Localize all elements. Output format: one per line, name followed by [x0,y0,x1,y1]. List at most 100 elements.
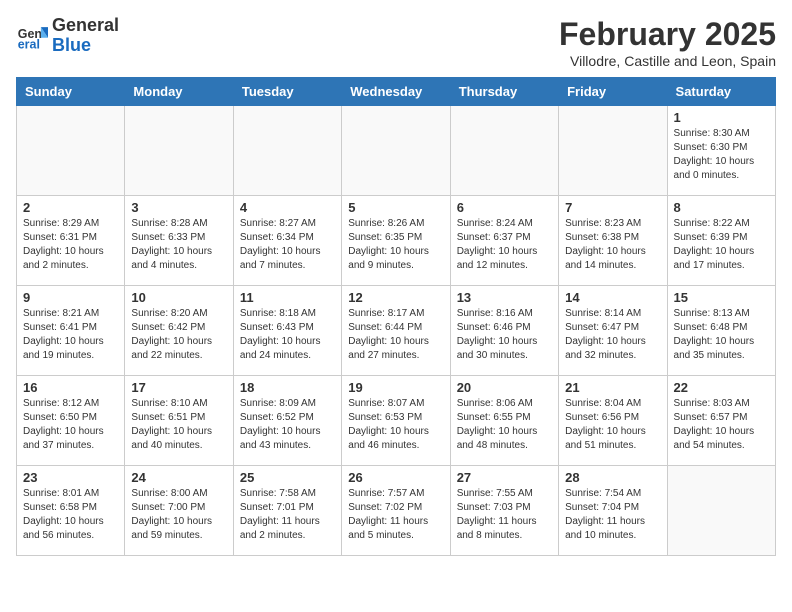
calendar-header-thursday: Thursday [450,78,558,106]
calendar-cell: 22 Sunrise: 8:03 AM Sunset: 6:57 PM Dayli… [667,376,775,466]
week-row-5: 23 Sunrise: 8:01 AM Sunset: 6:58 PM Dayli… [17,466,776,556]
day-info: Sunrise: 8:06 AM Sunset: 6:55 PM Dayligh… [457,397,552,453]
month-title: February 2025 [559,16,776,53]
day-info: Sunrise: 8:27 AM Sunset: 6:34 PM Dayligh… [240,217,335,273]
calendar-cell: 28Sunrise: 7:54 AM Sunset: 7:04 PM Dayli… [559,466,667,556]
week-row-2: 2 Sunrise: 8:29 AM Sunset: 6:31 PM Daylig… [17,196,776,286]
day-number: 17 [131,380,226,395]
day-info: Sunrise: 8:28 AM Sunset: 6:33 PM Dayligh… [131,217,226,273]
day-number: 28 [565,470,660,485]
day-number: 22 [674,380,769,395]
logo-text: General Blue [52,16,119,56]
calendar-cell: 3 Sunrise: 8:28 AM Sunset: 6:33 PM Daylig… [125,196,233,286]
day-info: Sunrise: 8:17 AM Sunset: 6:44 PM Dayligh… [348,307,443,363]
logo-icon: Gen eral [16,20,48,52]
calendar-cell: 12 Sunrise: 8:17 AM Sunset: 6:44 PM Dayli… [342,286,450,376]
calendar-cell: 24Sunrise: 8:00 AM Sunset: 7:00 PM Dayli… [125,466,233,556]
day-number: 5 [348,200,443,215]
day-info: Sunrise: 8:24 AM Sunset: 6:37 PM Dayligh… [457,217,552,273]
day-info: Sunrise: 8:22 AM Sunset: 6:39 PM Dayligh… [674,217,769,273]
day-number: 15 [674,290,769,305]
calendar-cell: 26 Sunrise: 7:57 AM Sunset: 7:02 PM Dayli… [342,466,450,556]
calendar-cell: 19 Sunrise: 8:07 AM Sunset: 6:53 PM Dayli… [342,376,450,466]
day-info: Sunrise: 7:55 AM Sunset: 7:03 PM Dayligh… [457,487,552,543]
day-number: 19 [348,380,443,395]
week-row-4: 16 Sunrise: 8:12 AM Sunset: 6:50 PM Dayli… [17,376,776,466]
calendar-cell: 23 Sunrise: 8:01 AM Sunset: 6:58 PM Dayli… [17,466,125,556]
calendar-cell: 7 Sunrise: 8:23 AM Sunset: 6:38 PM Daylig… [559,196,667,286]
day-number: 2 [23,200,118,215]
day-number: 25 [240,470,335,485]
day-number: 20 [457,380,552,395]
day-info: Sunrise: 8:12 AM Sunset: 6:50 PM Dayligh… [23,397,118,453]
calendar-cell: 18Sunrise: 8:09 AM Sunset: 6:52 PM Dayli… [233,376,341,466]
calendar-cell [667,466,775,556]
day-info: Sunrise: 8:16 AM Sunset: 6:46 PM Dayligh… [457,307,552,363]
week-row-1: 1Sunrise: 8:30 AM Sunset: 6:30 PM Daylig… [17,106,776,196]
day-info: Sunrise: 8:09 AM Sunset: 6:52 PM Dayligh… [240,397,335,453]
day-number: 3 [131,200,226,215]
day-info: Sunrise: 8:10 AM Sunset: 6:51 PM Dayligh… [131,397,226,453]
day-number: 12 [348,290,443,305]
calendar-cell: 10 Sunrise: 8:20 AM Sunset: 6:42 PM Dayli… [125,286,233,376]
day-number: 13 [457,290,552,305]
day-number: 10 [131,290,226,305]
calendar-header-sunday: Sunday [17,78,125,106]
logo: Gen eral General Blue [16,16,119,56]
svg-text:eral: eral [18,37,40,51]
day-number: 11 [240,290,335,305]
calendar-cell [559,106,667,196]
calendar-header-friday: Friday [559,78,667,106]
day-number: 24 [131,470,226,485]
calendar-cell: 14 Sunrise: 8:14 AM Sunset: 6:47 PM Dayli… [559,286,667,376]
day-number: 8 [674,200,769,215]
day-info: Sunrise: 8:01 AM Sunset: 6:58 PM Dayligh… [23,487,118,543]
day-info: Sunrise: 8:18 AM Sunset: 6:43 PM Dayligh… [240,307,335,363]
calendar-cell: 20 Sunrise: 8:06 AM Sunset: 6:55 PM Dayli… [450,376,558,466]
calendar-header-saturday: Saturday [667,78,775,106]
calendar-cell: 9 Sunrise: 8:21 AM Sunset: 6:41 PM Daylig… [17,286,125,376]
location-subtitle: Villodre, Castille and Leon, Spain [559,53,776,69]
calendar-cell: 4 Sunrise: 8:27 AM Sunset: 6:34 PM Daylig… [233,196,341,286]
calendar-cell: 13 Sunrise: 8:16 AM Sunset: 6:46 PM Dayli… [450,286,558,376]
calendar-cell: 17 Sunrise: 8:10 AM Sunset: 6:51 PM Dayli… [125,376,233,466]
day-info: Sunrise: 8:21 AM Sunset: 6:41 PM Dayligh… [23,307,118,363]
day-number: 26 [348,470,443,485]
day-info: Sunrise: 8:29 AM Sunset: 6:31 PM Dayligh… [23,217,118,273]
calendar-header-tuesday: Tuesday [233,78,341,106]
day-info: Sunrise: 7:58 AM Sunset: 7:01 PM Dayligh… [240,487,335,543]
calendar-header-monday: Monday [125,78,233,106]
calendar-cell: 27 Sunrise: 7:55 AM Sunset: 7:03 PM Dayli… [450,466,558,556]
calendar-cell [342,106,450,196]
day-info: Sunrise: 8:26 AM Sunset: 6:35 PM Dayligh… [348,217,443,273]
calendar-cell: 2 Sunrise: 8:29 AM Sunset: 6:31 PM Daylig… [17,196,125,286]
calendar-cell [450,106,558,196]
title-area: February 2025 Villodre, Castille and Leo… [559,16,776,69]
calendar-header-wednesday: Wednesday [342,78,450,106]
header: Gen eral General Blue February 2025 Vill… [16,16,776,69]
day-number: 16 [23,380,118,395]
day-number: 9 [23,290,118,305]
calendar-cell: 6Sunrise: 8:24 AM Sunset: 6:37 PM Daylig… [450,196,558,286]
day-number: 4 [240,200,335,215]
day-number: 27 [457,470,552,485]
day-info: Sunrise: 8:03 AM Sunset: 6:57 PM Dayligh… [674,397,769,453]
day-info: Sunrise: 8:14 AM Sunset: 6:47 PM Dayligh… [565,307,660,363]
day-info: Sunrise: 8:23 AM Sunset: 6:38 PM Dayligh… [565,217,660,273]
day-info: Sunrise: 7:57 AM Sunset: 7:02 PM Dayligh… [348,487,443,543]
day-info: Sunrise: 8:30 AM Sunset: 6:30 PM Dayligh… [674,127,769,183]
calendar-cell: 5 Sunrise: 8:26 AM Sunset: 6:35 PM Daylig… [342,196,450,286]
logo-general: General [52,16,119,36]
calendar-cell: 21Sunrise: 8:04 AM Sunset: 6:56 PM Dayli… [559,376,667,466]
day-info: Sunrise: 8:07 AM Sunset: 6:53 PM Dayligh… [348,397,443,453]
calendar-cell: 1Sunrise: 8:30 AM Sunset: 6:30 PM Daylig… [667,106,775,196]
calendar-cell: 16 Sunrise: 8:12 AM Sunset: 6:50 PM Dayli… [17,376,125,466]
calendar-cell: 11 Sunrise: 8:18 AM Sunset: 6:43 PM Dayli… [233,286,341,376]
logo-blue: Blue [52,36,119,56]
day-number: 7 [565,200,660,215]
day-info: Sunrise: 8:04 AM Sunset: 6:56 PM Dayligh… [565,397,660,453]
day-number: 14 [565,290,660,305]
day-info: Sunrise: 8:20 AM Sunset: 6:42 PM Dayligh… [131,307,226,363]
day-info: Sunrise: 8:13 AM Sunset: 6:48 PM Dayligh… [674,307,769,363]
day-number: 23 [23,470,118,485]
